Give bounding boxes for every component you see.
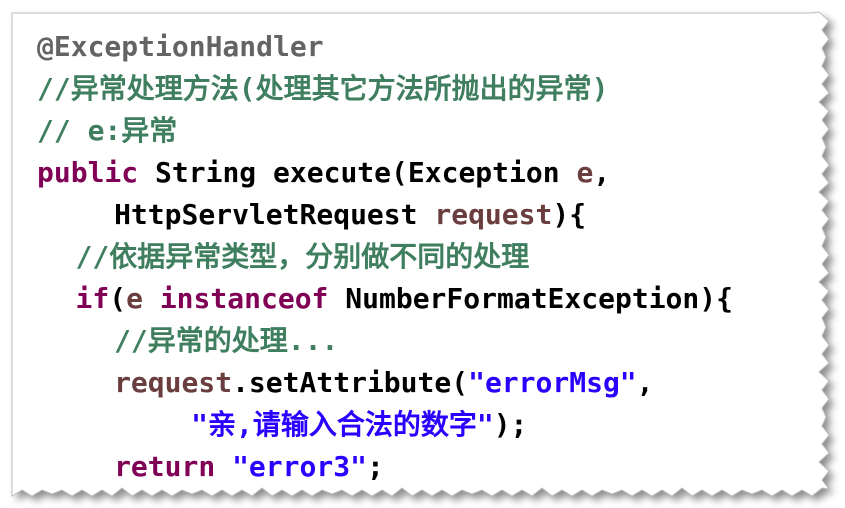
code-line: "亲,请输入合法的数字"); xyxy=(191,404,527,446)
code-line: //异常的处理... xyxy=(114,320,338,362)
code-token-annotation: @ExceptionHandler xyxy=(37,30,324,63)
code-line: return "error3"; xyxy=(114,446,384,486)
code-token-string: "errorMsg" xyxy=(468,366,637,399)
code-token-plain: ); xyxy=(493,408,528,441)
code-token-comment: //依据异常类型，分别做不同的处理 xyxy=(75,240,530,273)
code-line: public String execute(Exception e, xyxy=(37,152,610,194)
code-token-comment: //异常的处理... xyxy=(114,324,339,357)
code-token-plain: ( xyxy=(109,282,127,315)
code-token-param: e xyxy=(126,282,143,315)
code-token-keyword: public xyxy=(37,156,139,189)
code-line: if(e instanceof NumberFormatException){ xyxy=(76,278,733,320)
code-screenshot: @ExceptionHandler //异常处理方法(处理其它方法所抛出的异常) /… xyxy=(0,0,845,508)
code-token-keyword: if xyxy=(75,282,110,315)
code-line: //异常处理方法(处理其它方法所抛出的异常) xyxy=(37,68,608,110)
code-token-string: "亲,请输入合法的数字" xyxy=(191,408,494,441)
code-token-plain: ){ xyxy=(552,198,587,231)
code-line: HttpServletRequest request){ xyxy=(114,194,586,236)
code-token-comment: // e:异常 xyxy=(37,114,178,147)
code-token-keyword: return xyxy=(114,450,216,483)
code-block: @ExceptionHandler //异常处理方法(处理其它方法所抛出的异常) /… xyxy=(0,26,812,486)
code-token-plain: , xyxy=(593,156,611,189)
code-line: // e:异常 xyxy=(37,110,177,152)
code-token-type: NumberFormatException){ xyxy=(328,282,733,315)
code-token-type: HttpServletRequest xyxy=(114,198,435,231)
code-token-param: e xyxy=(576,156,594,189)
code-token-param: request xyxy=(434,198,553,231)
code-token-type: String execute(Exception xyxy=(138,156,577,189)
code-token-plain: .setAttribute( xyxy=(232,366,469,399)
code-token-param: request xyxy=(114,366,233,399)
code-token-string: "error3" xyxy=(232,450,367,483)
code-token-plain: ; xyxy=(366,450,384,483)
code-line: //依据异常类型，分别做不同的处理 xyxy=(76,236,530,278)
code-line: @ExceptionHandler xyxy=(37,26,324,68)
code-token-keyword: instanceof xyxy=(159,282,329,315)
code-token-plain: , xyxy=(636,366,654,399)
code-token-comment: //异常处理方法(处理其它方法所抛出的异常) xyxy=(37,72,609,105)
code-line: request.setAttribute("errorMsg", xyxy=(114,362,653,404)
